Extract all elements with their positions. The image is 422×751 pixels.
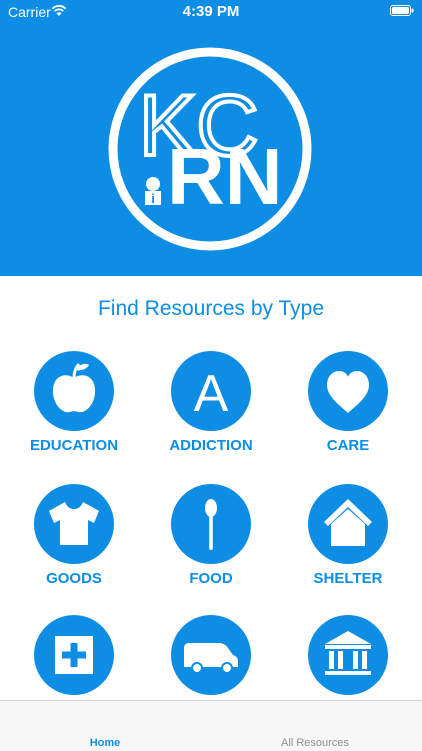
letter-a-icon: A <box>194 365 229 423</box>
spoon-icon <box>205 499 217 550</box>
logo-badge-letter: i <box>151 191 155 206</box>
category-care[interactable]: CARE <box>278 351 418 469</box>
house-icon <box>324 499 372 546</box>
category-shelter-label: SHELTER <box>313 570 383 587</box>
status-bar: Carrier 4:39 PM <box>0 0 422 24</box>
category-care-circle <box>308 351 388 431</box>
medical-cross-icon <box>55 636 93 674</box>
status-time: 4:39 PM <box>182 3 240 20</box>
battery-icon <box>390 5 414 16</box>
kcrn-logo: KC RN i <box>108 47 312 251</box>
heart-icon <box>327 371 369 413</box>
category-education-circle <box>34 351 114 431</box>
category-goods[interactable]: GOODS <box>4 484 144 602</box>
government-building-icon <box>325 631 371 675</box>
letter-a-glyph: A <box>194 365 229 423</box>
category-shelter[interactable]: SHELTER <box>278 484 418 602</box>
category-medical-circle <box>34 615 114 695</box>
category-goods-circle <box>34 484 114 564</box>
category-transportation-circle <box>171 615 251 695</box>
category-food-circle <box>171 484 251 564</box>
tab-bar: Home All Resources <box>0 700 422 751</box>
category-care-label: CARE <box>326 437 370 454</box>
category-addiction-label: ADDICTION <box>169 437 253 454</box>
category-shelter-circle <box>308 484 388 564</box>
logo-bottom-text: RN <box>167 132 283 221</box>
tab-home[interactable]: Home <box>40 737 170 749</box>
tab-all-resources[interactable]: All Resources <box>250 737 380 749</box>
category-food-label: FOOD <box>189 570 233 587</box>
tshirt-icon <box>49 502 99 545</box>
category-education[interactable]: EDUCATION <box>4 351 144 469</box>
category-food[interactable]: FOOD <box>141 484 281 602</box>
category-government-circle <box>308 615 388 695</box>
header-banner: Carrier 4:39 PM KC RN i <box>0 0 422 276</box>
category-addiction[interactable]: A ADDICTION <box>141 351 281 469</box>
section-title: Find Resources by Type <box>97 297 325 320</box>
category-education-label: EDUCATION <box>29 437 119 454</box>
category-goods-label: GOODS <box>46 570 102 587</box>
category-addiction-circle: A <box>171 351 251 431</box>
apple-icon <box>52 362 96 413</box>
van-icon <box>184 643 238 674</box>
